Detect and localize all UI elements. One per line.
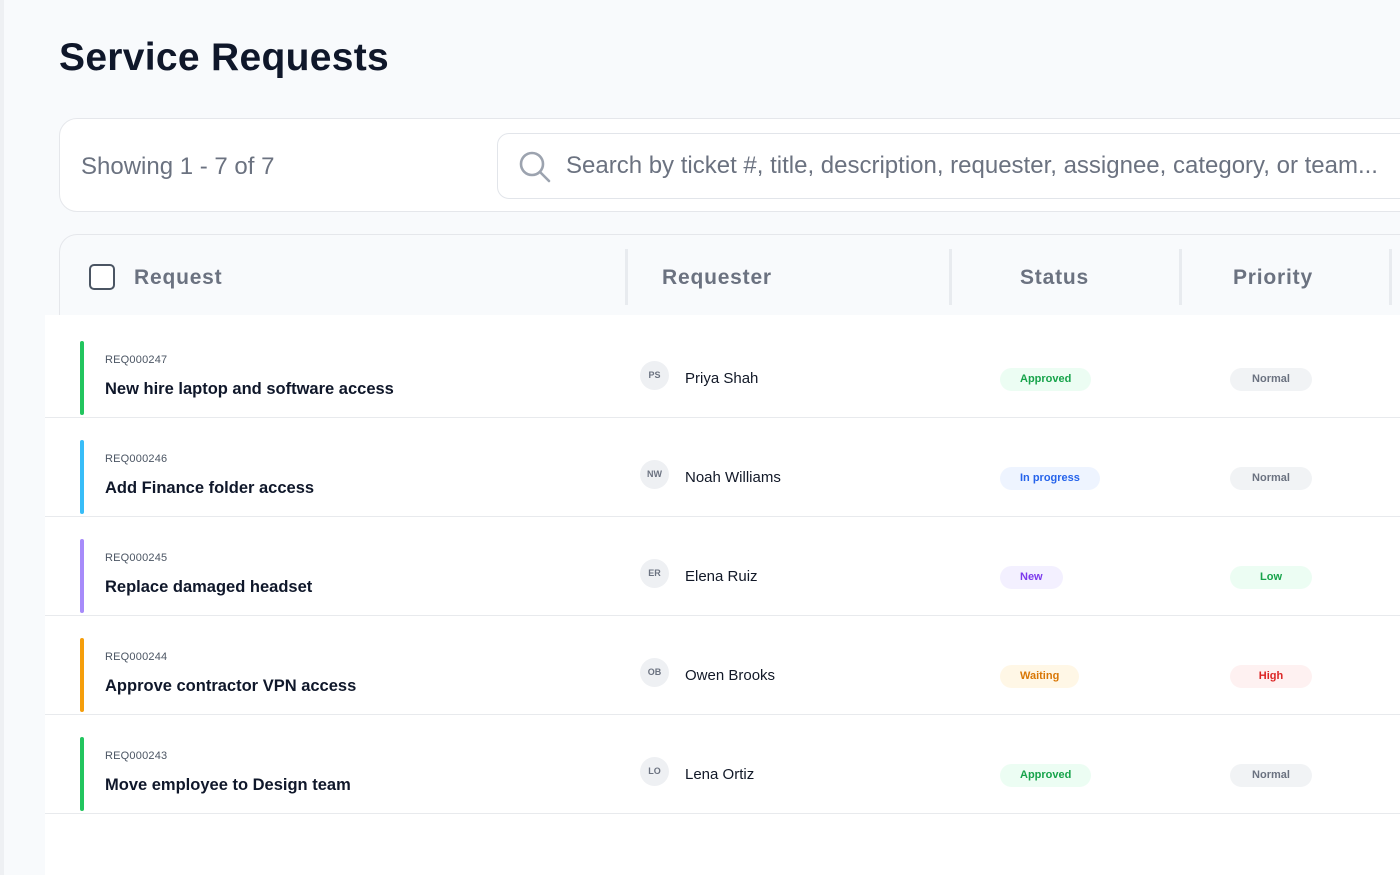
search-icon: [519, 151, 551, 183]
table-row[interactable]: REQ000247 New hire laptop and software a…: [45, 319, 1400, 418]
column-divider[interactable]: [1389, 249, 1392, 305]
results-count: Showing 1 - 7 of 7: [81, 153, 275, 180]
ticket-number[interactable]: REQ000245: [105, 552, 167, 564]
requester-name: Owen Brooks: [685, 667, 776, 684]
select-all-checkbox[interactable]: [89, 264, 115, 290]
status-badge: Approved: [1000, 764, 1092, 787]
ticket-number[interactable]: REQ000243: [105, 750, 167, 762]
priority-badge: Normal: [1230, 368, 1312, 391]
requester-name: Elena Ruiz: [685, 568, 758, 585]
requester-name: Priya Shah: [685, 370, 759, 387]
toolbar: Showing 1 - 7 of 7: [59, 118, 1400, 212]
search-box[interactable]: [497, 133, 1400, 199]
page: Service Requests Showing 1 - 7 of 7 Requ…: [0, 0, 1400, 875]
request-title[interactable]: Approve contractor VPN access: [105, 677, 356, 696]
column-divider[interactable]: [625, 249, 628, 305]
table-row[interactable]: REQ000243 Move employee to Design team L…: [45, 715, 1400, 814]
column-divider[interactable]: [949, 249, 952, 305]
row-accent-bar: [80, 341, 84, 415]
avatar: NW: [640, 460, 669, 489]
avatar: OB: [640, 658, 669, 687]
row-accent-bar: [80, 440, 84, 514]
row-accent-bar: [80, 737, 84, 811]
table-header: Request Requester Status Priority: [59, 234, 1400, 316]
avatar: LO: [640, 757, 669, 786]
table-row[interactable]: REQ000245 Replace damaged headset ER Ele…: [45, 517, 1400, 616]
requester-name: Noah Williams: [685, 469, 781, 486]
row-accent-bar: [80, 638, 84, 712]
status-badge: Approved: [1000, 368, 1092, 391]
column-header-request[interactable]: Request: [134, 235, 222, 317]
search-input[interactable]: [566, 134, 1400, 198]
avatar: PS: [640, 361, 669, 390]
column-header-priority[interactable]: Priority: [1233, 235, 1313, 317]
table-row[interactable]: REQ000244 Approve contractor VPN access …: [45, 616, 1400, 715]
column-header-requester[interactable]: Requester: [662, 235, 772, 317]
ticket-number[interactable]: REQ000244: [105, 651, 167, 663]
column-header-status[interactable]: Status: [1020, 235, 1089, 317]
table-row[interactable]: REQ000246 Add Finance folder access NW N…: [45, 418, 1400, 517]
ticket-number[interactable]: REQ000246: [105, 453, 167, 465]
page-title: Service Requests: [59, 36, 389, 79]
status-badge: New: [1000, 566, 1063, 589]
status-badge: Waiting: [1000, 665, 1080, 688]
priority-badge: Normal: [1230, 764, 1312, 787]
priority-badge: Low: [1230, 566, 1312, 589]
priority-badge: Normal: [1230, 467, 1312, 490]
priority-badge: High: [1230, 665, 1312, 688]
request-title[interactable]: New hire laptop and software access: [105, 380, 394, 399]
request-title[interactable]: Add Finance folder access: [105, 479, 314, 498]
avatar: ER: [640, 559, 669, 588]
request-title[interactable]: Replace damaged headset: [105, 578, 312, 597]
request-title[interactable]: Move employee to Design team: [105, 776, 351, 795]
table-body: REQ000247 New hire laptop and software a…: [45, 315, 1400, 875]
status-badge: In progress: [1000, 467, 1100, 490]
column-divider[interactable]: [1179, 249, 1182, 305]
requester-name: Lena Ortiz: [685, 766, 755, 783]
row-accent-bar: [80, 539, 84, 613]
ticket-number[interactable]: REQ000247: [105, 354, 167, 366]
